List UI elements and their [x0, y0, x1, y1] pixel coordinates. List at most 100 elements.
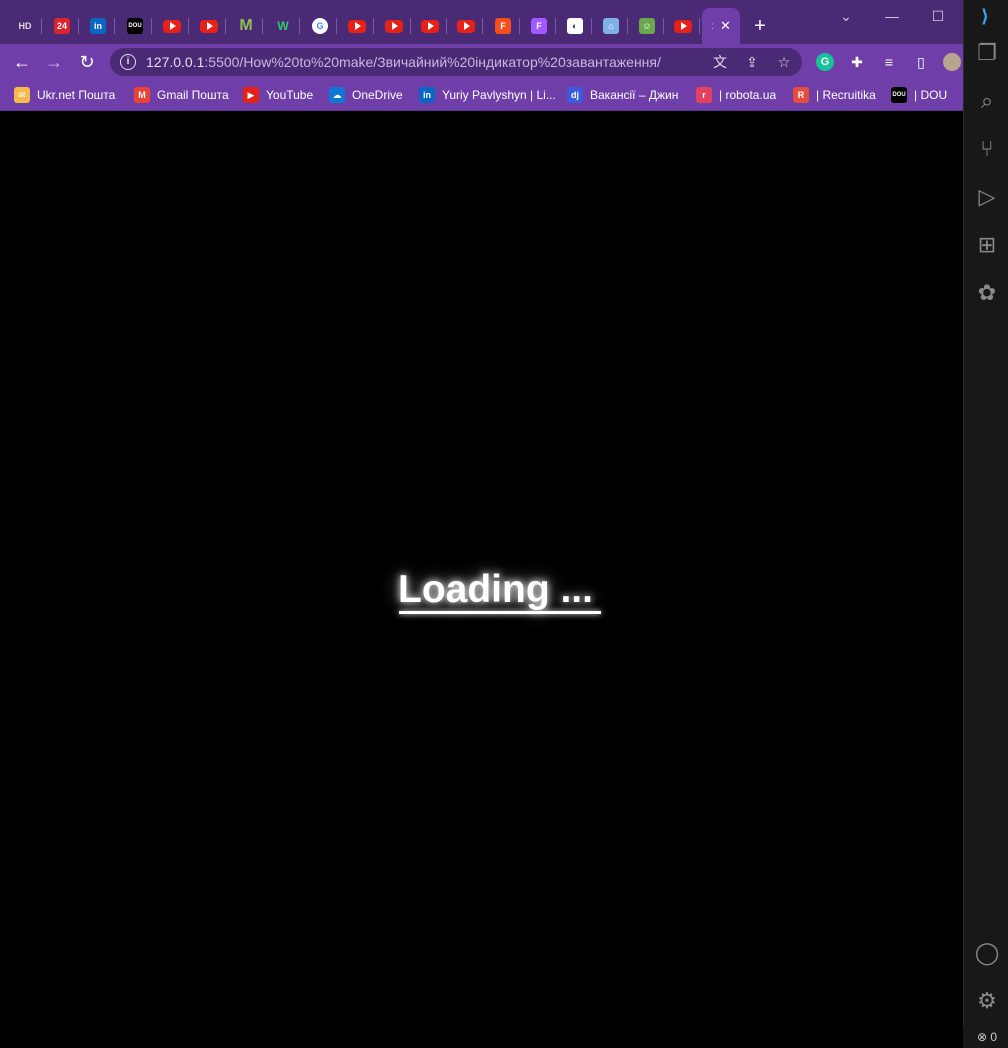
youtube-icon — [457, 19, 475, 33]
tab-separator — [699, 18, 700, 34]
tab-separator — [410, 18, 411, 34]
youtube-icon — [163, 19, 181, 33]
tab[interactable]: ◐ — [558, 10, 592, 42]
tab-separator — [262, 18, 263, 34]
bookmark-label: Ukr.net Пошта — [37, 88, 116, 102]
bookmark-label: Gmail Пошта — [157, 88, 229, 102]
tab[interactable]: ☺ — [630, 10, 664, 42]
gmail-icon: M — [134, 87, 150, 103]
figma-icon: F — [495, 18, 511, 34]
tab[interactable] — [413, 10, 447, 42]
tab-separator — [446, 18, 447, 34]
tab-separator — [373, 18, 374, 34]
accounts-icon[interactable]: ◯ — [974, 940, 1000, 966]
tab-separator — [555, 18, 556, 34]
url-path: :5500/How%20to%20make/Звичайний%20індика… — [204, 54, 661, 70]
24-icon: 24 — [54, 18, 70, 34]
tab[interactable] — [340, 10, 374, 42]
tab-separator — [188, 18, 189, 34]
url-text[interactable]: 127.0.0.1:5500/How%20to%20make/Звичайний… — [146, 54, 661, 70]
tab[interactable]: W — [266, 10, 300, 42]
figma-icon: F — [531, 18, 547, 34]
bookmark-item[interactable]: ☁ OneDrive — [329, 86, 403, 104]
youtube-icon — [348, 19, 366, 33]
tab[interactable]: HD — [8, 10, 42, 42]
bookmark-label: Yuriy Pavlyshyn | Li... — [442, 88, 556, 102]
tab[interactable]: 24 — [45, 10, 79, 42]
extensions-icon[interactable]: ⊞ — [974, 232, 1000, 258]
reading-list-icon[interactable]: ≡ — [880, 53, 898, 71]
tab-separator — [299, 18, 300, 34]
grammarly-icon[interactable]: G — [816, 53, 834, 71]
bookmark-label: | Recruitika — [816, 88, 876, 102]
bookmark-label: YouTube — [266, 88, 314, 102]
tab-separator — [225, 18, 226, 34]
tab[interactable]: in — [81, 10, 115, 42]
dou-icon: DOU — [127, 18, 143, 34]
settings-gear-icon[interactable]: ⚙ — [974, 988, 1000, 1014]
side-panel-icon[interactable]: ▯ — [912, 53, 930, 71]
forward-button[interactable]: → — [42, 50, 66, 74]
new-tab-button[interactable]: + — [748, 14, 772, 38]
tab[interactable]: DOU — [118, 10, 152, 42]
vscode-logo-icon: ⟩ — [980, 6, 990, 26]
status-bar-errors[interactable]: ⊗ 0 — [963, 1026, 1008, 1048]
tab[interactable] — [449, 10, 483, 42]
reload-button[interactable]: ↻ — [75, 50, 99, 74]
url-host: 127.0.0.1 — [146, 54, 205, 70]
chatgpt-icon[interactable]: ✿ — [974, 280, 1000, 306]
site-info-icon[interactable]: i — [120, 54, 136, 70]
djinni-icon: dj — [567, 87, 583, 103]
close-tab-icon[interactable]: ✕ — [720, 18, 731, 34]
robota-icon: r — [696, 87, 712, 103]
maximize-button[interactable]: ☐ — [918, 6, 958, 26]
m-icon: M — [239, 17, 253, 34]
bookmark-item[interactable]: DOU | DOU — [891, 86, 947, 104]
back-button[interactable]: ← — [10, 50, 34, 74]
bookmark-star-icon[interactable]: ☆ — [776, 54, 792, 70]
person-icon: ☺ — [639, 18, 655, 34]
browser-toolbar: ← → ↻ i 127.0.0.1:5500/How%20to%20make/З… — [0, 44, 963, 80]
tab-separator — [627, 18, 628, 34]
search-icon[interactable]: ⌕ — [974, 88, 1000, 114]
hd-icon: HD — [15, 18, 35, 34]
recruitika-icon: R — [793, 87, 809, 103]
tab[interactable]: G — [303, 10, 337, 42]
linkedin-icon: in — [90, 18, 106, 34]
tab-separator — [114, 18, 115, 34]
bookmark-label: | DOU — [914, 88, 948, 102]
bookmark-item[interactable]: M Gmail Пошта — [134, 86, 229, 104]
bookmark-item[interactable]: r | robota.ua — [696, 86, 776, 104]
google-icon: G — [312, 18, 328, 34]
tab[interactable]: M — [229, 10, 263, 42]
run-debug-icon[interactable]: ▷ — [974, 184, 1000, 210]
address-bar[interactable]: i 127.0.0.1:5500/How%20to%20make/Звичайн… — [110, 48, 802, 76]
loading-underline — [399, 611, 601, 614]
tab[interactable]: ⌂ — [594, 10, 628, 42]
bookmark-item[interactable]: in Yuriy Pavlyshyn | Li... — [419, 86, 556, 104]
temple-icon: ⌂ — [603, 18, 619, 34]
bookmark-item[interactable]: ✉ Ukr.net Пошта — [14, 86, 115, 104]
tab[interactable] — [666, 10, 700, 42]
bookmark-item[interactable]: dj Вакансії – Джин — [567, 86, 678, 104]
tab-separator — [336, 18, 337, 34]
bookmark-item[interactable]: R | Recruitika — [793, 86, 876, 104]
translate-icon[interactable]: 文 — [712, 54, 728, 70]
tab[interactable]: F — [486, 10, 520, 42]
tab[interactable]: F — [522, 10, 556, 42]
tab[interactable] — [192, 10, 226, 42]
minimize-button[interactable]: — — [872, 6, 912, 26]
tab[interactable] — [155, 10, 189, 42]
share-icon[interactable]: ⇪ — [744, 54, 760, 70]
tab[interactable] — [377, 10, 411, 42]
globe-icon: ◐ — [567, 18, 583, 34]
bookmark-item[interactable]: ▶ YouTube — [243, 86, 313, 104]
youtube-icon — [200, 19, 218, 33]
explorer-icon[interactable]: ❐ — [974, 40, 1000, 66]
source-control-icon[interactable]: ⑂ — [974, 136, 1000, 162]
active-tab[interactable]: : ✕ — [702, 8, 740, 44]
tab-search-icon[interactable]: ⌄ — [826, 6, 866, 26]
youtube-icon — [421, 19, 439, 33]
extensions-icon[interactable]: ✚ — [848, 53, 866, 71]
profile-avatar[interactable] — [943, 53, 961, 71]
